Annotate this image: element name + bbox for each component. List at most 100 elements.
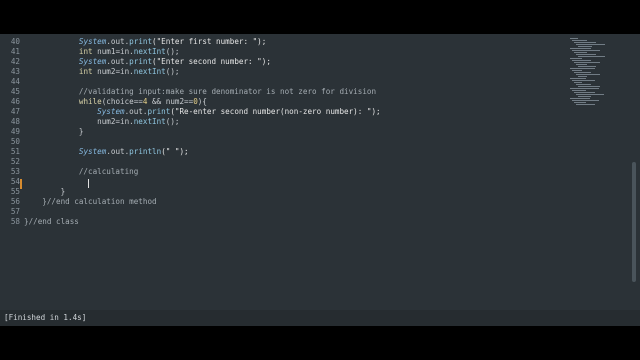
code-token: (choice== (101, 97, 143, 106)
code-line[interactable]: System.out.print("Re-enter second number… (24, 107, 564, 117)
line-number: 43 (10, 67, 20, 76)
line-number: 40 (10, 37, 20, 46)
code-token: //calculating (24, 167, 139, 176)
code-token: print (147, 107, 171, 116)
code-line[interactable]: } (24, 187, 564, 197)
code-token: nextInt (133, 117, 166, 126)
code-token: (); (165, 67, 180, 76)
code-token: num1=in. (92, 47, 134, 56)
minimap-line (572, 80, 595, 81)
code-line[interactable] (24, 137, 564, 147)
code-token: ("Enter second number: "); (152, 57, 271, 66)
minimap-line (576, 44, 605, 45)
minimap-line (576, 94, 604, 95)
line-number: 54 (10, 177, 20, 186)
line-number: 58 (10, 217, 20, 226)
code-token: print (129, 37, 153, 46)
line-number: 45 (10, 87, 20, 96)
code-line[interactable]: while(choice==4 && num2==0){ (24, 97, 564, 107)
code-token: (); (165, 117, 180, 126)
minimap-line (572, 40, 587, 41)
code-token: }//end calculation method (24, 197, 157, 206)
minimap[interactable] (570, 38, 620, 108)
code-line[interactable]: //validating input:make sure denominator… (24, 87, 564, 97)
code-token: print (129, 57, 153, 66)
code-token: System (78, 37, 107, 46)
code-token: (); (165, 47, 180, 56)
line-number: 46 (10, 97, 20, 106)
minimap-line (574, 42, 596, 43)
minimap-line (570, 48, 591, 49)
code-token: && num2== (147, 97, 194, 106)
code-line[interactable]: num2=in.nextInt(); (24, 117, 564, 127)
line-number: 53 (10, 167, 20, 176)
minimap-line (570, 78, 586, 79)
minimap-line (574, 52, 587, 53)
line-number: 51 (10, 147, 20, 156)
minimap-line (578, 46, 592, 47)
minimap-line (570, 88, 599, 89)
code-line[interactable]: }//end class (24, 217, 564, 227)
line-number: 57 (10, 207, 20, 216)
code-token: System (78, 147, 107, 156)
line-number: 56 (10, 197, 20, 206)
minimap-line (574, 62, 600, 63)
code-token: } (24, 187, 66, 196)
code-token: }//end class (24, 217, 79, 226)
code-token: System (78, 57, 107, 66)
code-token: } (24, 127, 84, 136)
code-token: ("Re-enter second number(non-zero number… (170, 107, 381, 116)
minimap-line (572, 70, 582, 71)
code-line[interactable] (24, 157, 564, 167)
code-area[interactable]: System.out.print("Enter first number: ")… (24, 34, 564, 310)
minimap-line (570, 98, 590, 99)
vertical-scrollbar[interactable] (632, 162, 636, 282)
minimap-line (578, 56, 605, 57)
minimap-line (578, 96, 591, 97)
code-token: num2=in. (92, 67, 134, 76)
minimap-line (574, 82, 582, 83)
code-token: System (97, 107, 125, 116)
minimap-line (574, 102, 586, 103)
code-line[interactable]: int num1=in.nextInt(); (24, 47, 564, 57)
code-line[interactable]: System.out.println(" "); (24, 147, 564, 157)
code-token: num2=in. (24, 117, 134, 126)
code-line[interactable]: int num2=in.nextInt(); (24, 67, 564, 77)
code-line[interactable]: } (24, 127, 564, 137)
minimap-line (572, 60, 591, 61)
minimap-line (574, 72, 591, 73)
line-number: 48 (10, 117, 20, 126)
minimap-line (572, 90, 586, 91)
minimap-line (572, 50, 600, 51)
code-token: int (78, 67, 93, 76)
code-line[interactable]: //calculating (24, 167, 564, 177)
minimap-line (578, 86, 600, 87)
minimap-line (576, 64, 587, 65)
code-line[interactable] (24, 207, 564, 217)
code-line[interactable] (24, 177, 564, 187)
code-token: while (78, 97, 102, 106)
minimap-line (570, 68, 595, 69)
line-number: 50 (10, 137, 20, 146)
code-editor[interactable]: 40 41 42 43 44 45 46 47 48 49 50 51 52 53 54 55 56 57 58 S… (0, 34, 640, 310)
code-line[interactable]: System.out.print("Enter second number: "… (24, 57, 564, 67)
minimap-line (576, 54, 596, 55)
code-line[interactable]: System.out.print("Enter first number: ")… (24, 37, 564, 47)
minimap-line (578, 66, 596, 67)
line-number: 47 (10, 107, 20, 116)
build-output-panel: [Finished in 1.4s] (0, 310, 640, 326)
code-line[interactable]: }//end calculation method (24, 197, 564, 207)
code-line[interactable] (24, 77, 564, 87)
code-token: .out. (106, 147, 130, 156)
text-cursor (88, 179, 89, 188)
line-number: 41 (10, 47, 20, 56)
code-token: .out. (124, 107, 148, 116)
minimap-line (570, 58, 582, 59)
code-token: nextInt (133, 67, 166, 76)
line-number: 55 (10, 187, 20, 196)
